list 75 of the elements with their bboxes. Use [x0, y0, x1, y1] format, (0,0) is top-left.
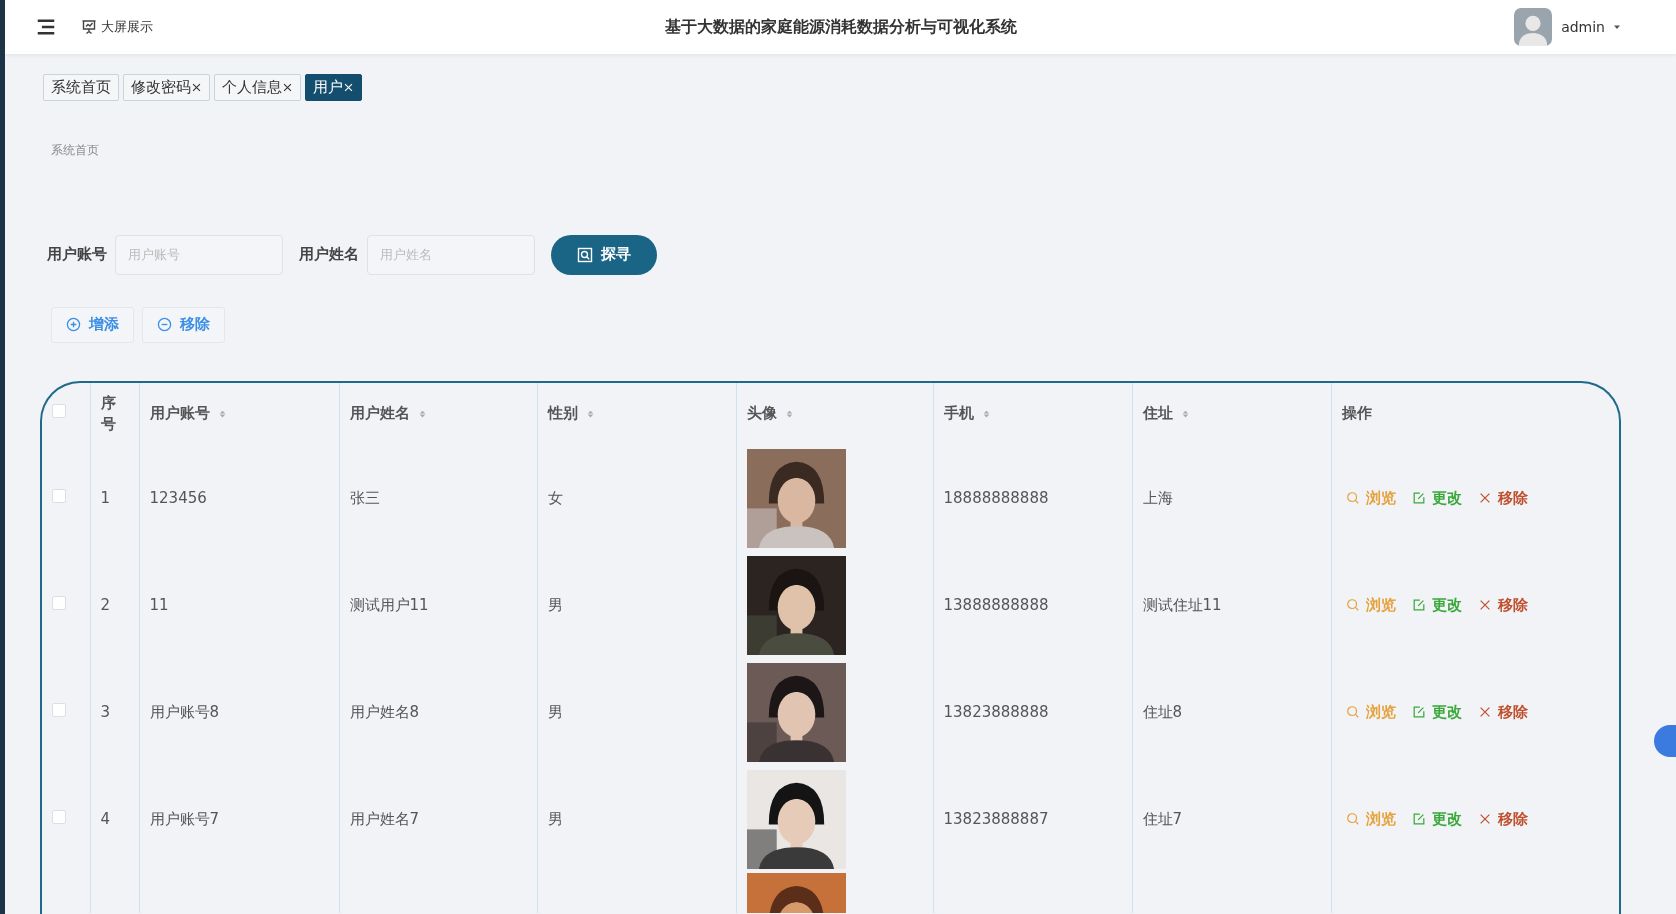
table-cell: 用户姓名7	[349, 809, 420, 828]
column-header: 手机	[943, 403, 974, 425]
table-cell: 1	[100, 488, 111, 507]
row-checkbox[interactable]	[52, 809, 66, 824]
avatar-icon	[1514, 8, 1553, 46]
table-cell: 2	[100, 595, 111, 614]
table-cell: 11	[149, 595, 169, 614]
edit-icon	[1411, 812, 1426, 826]
search-field[interactable]: 用户姓名	[367, 234, 535, 275]
table-cell: 用户账号8	[149, 702, 220, 721]
edit-icon	[1411, 491, 1426, 505]
delete-button[interactable]: 移除	[1477, 700, 1528, 724]
row-checkbox[interactable]	[52, 702, 66, 717]
row-checkbox[interactable]	[52, 595, 66, 610]
table-cell: 13823888888	[943, 702, 1049, 721]
column-header: 用户姓名	[349, 403, 410, 425]
column-header: 操作	[1341, 403, 1372, 425]
table-cell: 男	[547, 702, 563, 721]
table-cell: 张三	[349, 488, 380, 507]
breadcrumb-item[interactable]: 系统首页	[51, 142, 99, 157]
column-header: 用户账号	[149, 403, 210, 425]
delete-button[interactable]: 移除	[1477, 593, 1528, 617]
page-title: 基于大数据的家庭能源消耗数据分析与可视化系统	[664, 16, 1017, 38]
table-cell: 3	[100, 702, 111, 721]
row-checkbox[interactable]	[52, 488, 66, 503]
table-cell: 女	[547, 488, 563, 507]
table-cell: 测试住址11	[1142, 595, 1222, 614]
table-cell: 男	[547, 809, 563, 828]
presentation-icon	[81, 19, 97, 35]
minus-circle-icon	[157, 317, 172, 332]
delete-button[interactable]: 移除	[1477, 486, 1528, 510]
table-cell: 用户账号7	[149, 809, 220, 828]
search-button[interactable]: 探寻	[551, 234, 657, 275]
tab[interactable]: 系统首页	[43, 74, 119, 101]
edit-button[interactable]: 更改	[1411, 807, 1462, 831]
plus-circle-icon	[66, 317, 81, 332]
search-icon	[577, 246, 593, 263]
column-header: 住址	[1142, 403, 1173, 425]
table-cell: 住址8	[1142, 702, 1183, 721]
remove-button[interactable]: 移除	[142, 306, 225, 343]
screen-link-label: 大屏展示	[101, 18, 153, 37]
tab[interactable]: 个人信息	[214, 74, 301, 101]
field-label: 用户姓名	[299, 244, 359, 266]
table-cell: 13888888888	[943, 595, 1049, 614]
edit-icon	[1411, 598, 1426, 612]
table-cell: 4	[100, 809, 111, 828]
edit-icon	[1411, 705, 1426, 719]
add-button[interactable]: 增添	[51, 306, 134, 343]
caret-icon	[1613, 23, 1621, 31]
table-cell: 住址7	[1142, 809, 1183, 828]
search-icon	[1345, 598, 1360, 612]
field-label: 用户账号	[47, 244, 107, 266]
table-cell: 用户姓名8	[349, 702, 420, 721]
screen-link[interactable]: 大屏展示	[81, 17, 153, 37]
column-header: 序号	[100, 393, 116, 435]
edit-button[interactable]: 更改	[1411, 700, 1462, 724]
search-field[interactable]: 用户账号	[115, 234, 283, 275]
table-cell: 13823888887	[943, 809, 1049, 828]
table-cell: 测试用户11	[349, 595, 429, 614]
column-header: 性别	[547, 403, 578, 425]
tab[interactable]: 修改密码	[123, 74, 210, 101]
table-cell: 男	[547, 595, 563, 614]
table-cell: 上海	[1142, 488, 1173, 507]
select-all-checkbox[interactable]	[52, 404, 66, 419]
search-icon	[1345, 812, 1360, 826]
edit-button[interactable]: 更改	[1411, 593, 1462, 617]
table-cell: 123456	[149, 488, 207, 507]
delete-button[interactable]: 移除	[1477, 807, 1528, 831]
table-cell: 18888888888	[943, 488, 1049, 507]
edit-button[interactable]: 更改	[1411, 486, 1462, 510]
search-icon	[1345, 705, 1360, 719]
column-header: 头像	[746, 403, 777, 425]
tab[interactable]: 用户	[305, 74, 362, 101]
user-menu[interactable]: admin	[1560, 15, 1622, 39]
search-icon	[1345, 491, 1360, 505]
